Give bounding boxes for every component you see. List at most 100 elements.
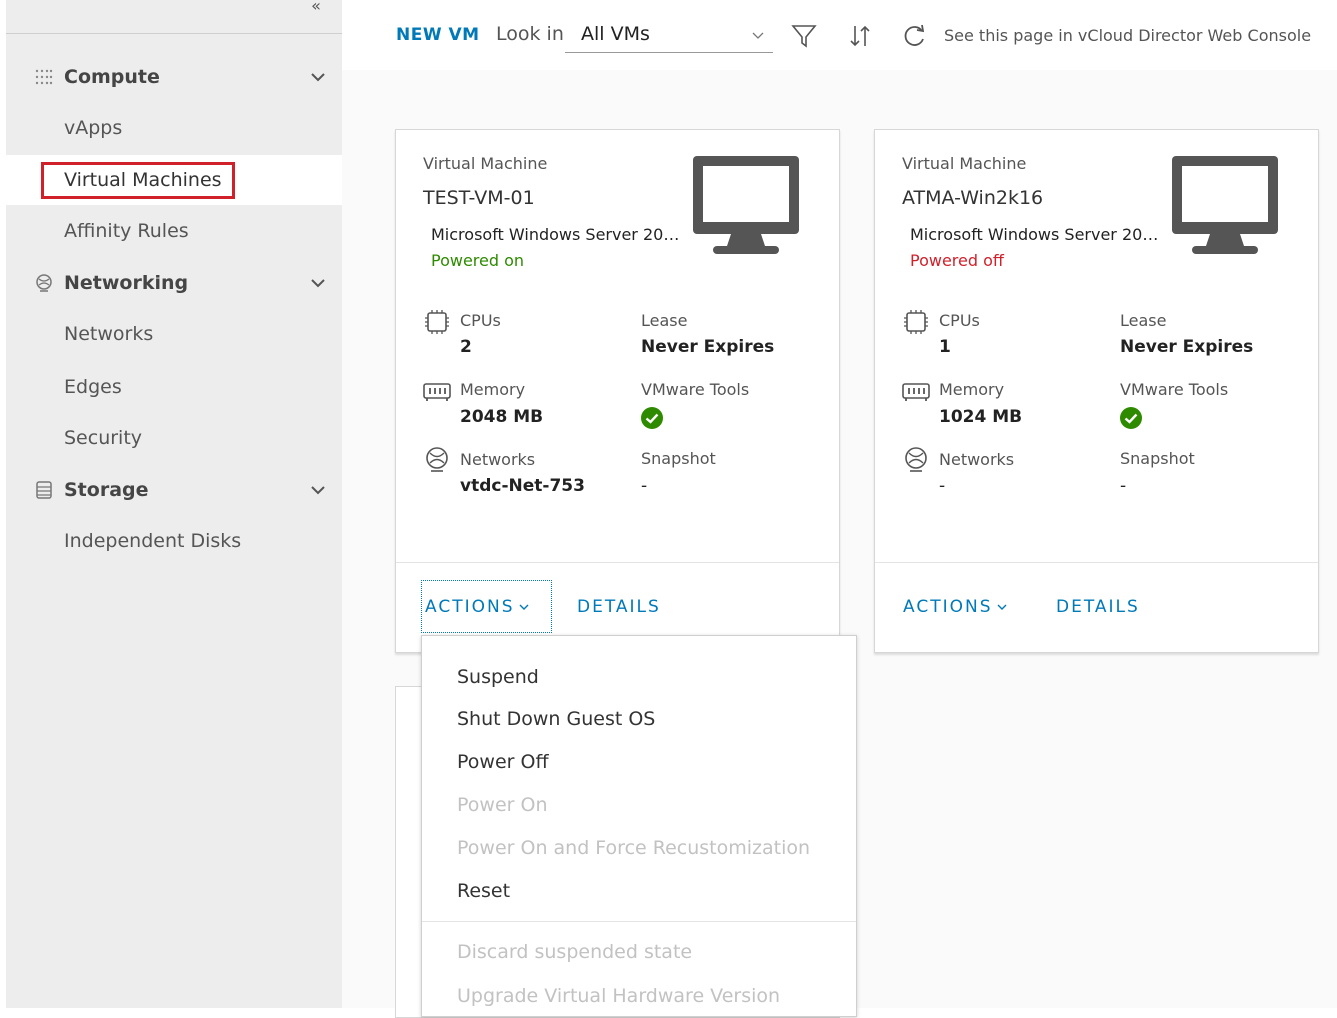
actions-label: ACTIONS (425, 596, 515, 617)
sidebar-item-independent-disks[interactable]: Independent Disks (6, 516, 342, 566)
network-icon (36, 274, 52, 292)
vm-os: Microsoft Windows Server 20… (431, 225, 680, 244)
menu-item-discard-suspended-state[interactable]: Discard suspended state (457, 941, 692, 963)
vm-card: Virtual Machine ATMA-Win2k16 Microsoft W… (874, 129, 1319, 653)
memory-value: 1024 MB (939, 407, 1023, 427)
web-console-link[interactable]: See this page in vCloud Director Web Con… (944, 26, 1311, 45)
check-circle-icon (641, 407, 663, 429)
sidebar-item-networks[interactable]: Networks (6, 309, 342, 359)
networks-label: Networks (460, 450, 536, 469)
sidebar-item-affinity-rules[interactable]: Affinity Rules (6, 206, 342, 256)
lease-value: Never Expires (1120, 337, 1254, 357)
sidebar-item-vapps[interactable]: vApps (6, 103, 342, 153)
chevron-down-icon (997, 604, 1006, 610)
sidebar-item-virtual-machines[interactable]: Virtual Machines (6, 155, 342, 205)
vm-kind: Virtual Machine (902, 154, 1027, 173)
cpus-label: CPUs (460, 311, 501, 330)
nav-group-label: Networking (64, 272, 189, 294)
chevron-down-icon[interactable] (308, 480, 328, 500)
cpu-icon (904, 310, 928, 334)
monitor-icon (693, 156, 799, 254)
grid-icon (35, 69, 53, 85)
sidebar-item-label: Networks (64, 323, 154, 345)
networks-label: Networks (939, 450, 1015, 469)
vm-status: Powered off (910, 251, 1004, 270)
sidebar-item-edges[interactable]: Edges (6, 362, 342, 412)
cpus-label: CPUs (939, 311, 980, 330)
look-in-value: All VMs (581, 23, 650, 45)
vm-name[interactable]: ATMA-Win2k16 (902, 187, 1043, 209)
nav-group-compute[interactable]: Compute (6, 52, 342, 102)
nav-group-storage[interactable]: Storage (6, 465, 342, 515)
sidebar-item-label: Edges (64, 376, 122, 398)
sidebar-item-security[interactable]: Security (6, 413, 342, 463)
details-button[interactable]: DETAILS (1056, 597, 1140, 617)
vmware-tools-label: VMware Tools (641, 380, 750, 399)
sort-icon[interactable] (846, 22, 874, 50)
menu-item-suspend[interactable]: Suspend (457, 666, 539, 688)
card-divider (396, 562, 839, 563)
memory-icon (423, 383, 451, 401)
actions-label: ACTIONS (903, 596, 993, 617)
menu-divider (422, 921, 856, 922)
menu-item-power-on-force-recustomization[interactable]: Power On and Force Recustomization (457, 837, 810, 859)
network-icon (426, 447, 448, 472)
snapshot-value: - (1120, 476, 1127, 496)
nav-group-label: Storage (64, 479, 149, 501)
cpus-value: 1 (939, 337, 951, 357)
sidebar-divider (6, 33, 342, 34)
chevron-down-icon (752, 32, 764, 39)
networks-value: - (939, 476, 946, 496)
check-circle-icon (1120, 407, 1142, 429)
lease-label: Lease (1120, 311, 1167, 330)
sidebar-item-label: Affinity Rules (64, 220, 189, 242)
chevron-down-icon[interactable] (308, 273, 328, 293)
memory-icon (902, 383, 930, 401)
refresh-icon[interactable] (900, 22, 928, 50)
nav-group-networking[interactable]: Networking (6, 258, 342, 308)
look-in-label: Look in (496, 23, 564, 45)
nav-group-label: Compute (64, 66, 160, 88)
actions-button[interactable]: ACTIONS (421, 580, 552, 633)
lease-value: Never Expires (641, 337, 775, 357)
sidebar: « Compute vApps Virtual Machines Affinit… (6, 0, 342, 1008)
memory-label: Memory (939, 380, 1005, 399)
sidebar-item-label: Virtual Machines (64, 169, 222, 191)
filter-icon[interactable] (790, 22, 818, 50)
memory-label: Memory (460, 380, 526, 399)
menu-item-upgrade-virtual-hardware[interactable]: Upgrade Virtual Hardware Version (457, 985, 780, 1007)
collapse-sidebar-icon[interactable]: « (306, 0, 326, 16)
vmware-tools-label: VMware Tools (1120, 380, 1229, 399)
vm-kind: Virtual Machine (423, 154, 548, 173)
memory-value: 2048 MB (460, 407, 544, 427)
toolbar: NEW VM Look in All VMs See this page in … (342, 0, 1337, 70)
menu-item-shut-down-guest-os[interactable]: Shut Down Guest OS (457, 708, 655, 730)
cpus-value: 2 (460, 337, 472, 357)
menu-item-power-off[interactable]: Power Off (457, 751, 549, 773)
snapshot-label: Snapshot (641, 449, 716, 468)
lease-label: Lease (641, 311, 688, 330)
new-vm-button[interactable]: NEW VM (396, 25, 480, 45)
actions-menu: Suspend Shut Down Guest OS Power Off Pow… (421, 635, 857, 1017)
vm-os: Microsoft Windows Server 20… (910, 225, 1159, 244)
menu-item-power-on[interactable]: Power On (457, 794, 547, 816)
cpu-icon (425, 310, 449, 334)
monitor-icon (1172, 156, 1278, 254)
snapshot-value: - (641, 476, 648, 496)
chevron-down-icon[interactable] (308, 67, 328, 87)
vm-name[interactable]: TEST-VM-01 (423, 187, 535, 209)
look-in-select[interactable]: All VMs (565, 18, 773, 53)
chevron-down-icon (519, 604, 528, 610)
sidebar-item-label: Security (64, 427, 143, 449)
card-divider (875, 562, 1318, 563)
vm-status: Powered on (431, 251, 525, 270)
storage-icon (36, 481, 52, 499)
details-button[interactable]: DETAILS (577, 597, 661, 617)
snapshot-label: Snapshot (1120, 449, 1195, 468)
network-icon (905, 447, 927, 472)
networks-value: vtdc-Net-753 (460, 476, 585, 496)
menu-item-reset[interactable]: Reset (457, 880, 510, 902)
actions-button[interactable]: ACTIONS (900, 580, 1031, 633)
sidebar-item-label: Independent Disks (64, 530, 242, 552)
vm-card: Virtual Machine TEST-VM-01 Microsoft Win… (395, 129, 840, 653)
